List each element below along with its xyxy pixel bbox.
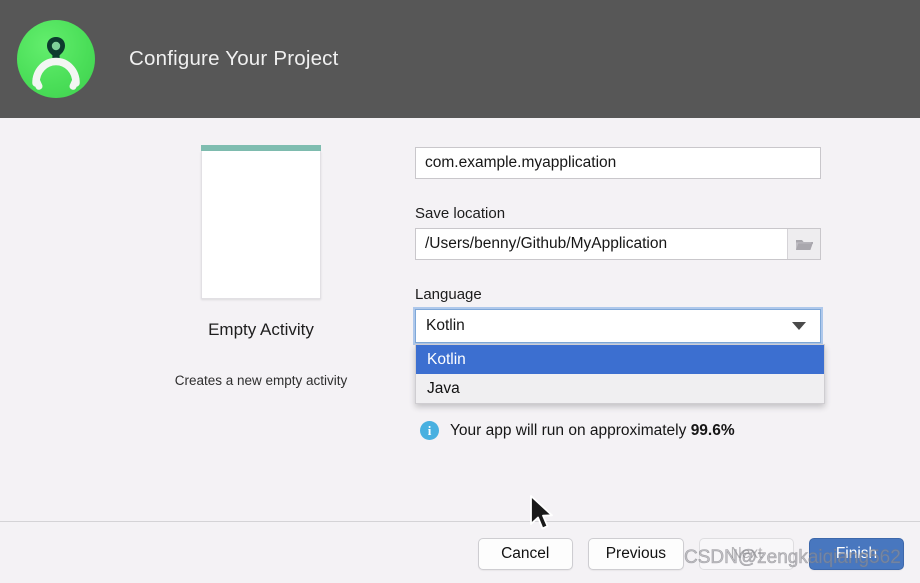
template-thumbnail[interactable]: [130, 145, 392, 299]
folder-icon[interactable]: [787, 229, 820, 259]
save-location-field[interactable]: /Users/benny/Github/MyApplication: [415, 228, 821, 260]
language-label: Language: [415, 286, 482, 303]
save-location-label: Save location: [415, 205, 506, 222]
finish-button[interactable]: Finish: [809, 538, 904, 570]
package-name-field[interactable]: com.example.myapplication: [415, 147, 821, 179]
api-coverage-percentage: 99.6%: [690, 421, 735, 439]
template-preview-panel: Empty Activity Creates a new empty activ…: [130, 145, 392, 388]
next-button: Next: [699, 538, 794, 570]
template-description: Creates a new empty activity: [174, 373, 348, 388]
language-dropdown-list[interactable]: Kotlin Java: [415, 344, 825, 404]
previous-button[interactable]: Previous: [587, 538, 684, 570]
api-coverage-info: i Your app will run on approximately 99.…: [420, 421, 821, 440]
dialog-body: Empty Activity Creates a new empty activ…: [0, 118, 920, 530]
dialog-header: Configure Your Project: [0, 0, 920, 118]
save-location-group: Save location /Users/benny/Github/MyAppl…: [415, 205, 821, 260]
package-name-value: com.example.myapplication: [425, 154, 617, 171]
language-group: Language Kotlin Kotlin Java: [415, 286, 825, 404]
chevron-down-icon[interactable]: [792, 322, 806, 330]
save-location-value: /Users/benny/Github/MyApplication: [425, 235, 668, 252]
template-thumbnail-body: [201, 151, 321, 299]
project-form: com.example.myapplication Save location …: [415, 147, 825, 440]
template-name: Empty Activity: [208, 320, 314, 339]
language-option-java[interactable]: Java: [416, 374, 824, 403]
language-option-kotlin[interactable]: Kotlin: [416, 345, 824, 374]
dialog-footer: Cancel Previous Next Finish: [0, 522, 920, 583]
android-studio-logo-icon: [17, 20, 95, 98]
dialog-title: Configure Your Project: [129, 47, 339, 70]
info-icon: i: [420, 421, 439, 440]
language-selected-value: Kotlin: [426, 317, 465, 334]
api-coverage-prefix: Your app will run on approximately: [450, 421, 691, 439]
language-select[interactable]: Kotlin: [415, 309, 821, 343]
dialog-button-row: Cancel Previous Next Finish: [477, 538, 904, 570]
api-coverage-text: Your app will run on approximately 99.6%: [450, 422, 735, 440]
cancel-button[interactable]: Cancel: [477, 538, 573, 570]
